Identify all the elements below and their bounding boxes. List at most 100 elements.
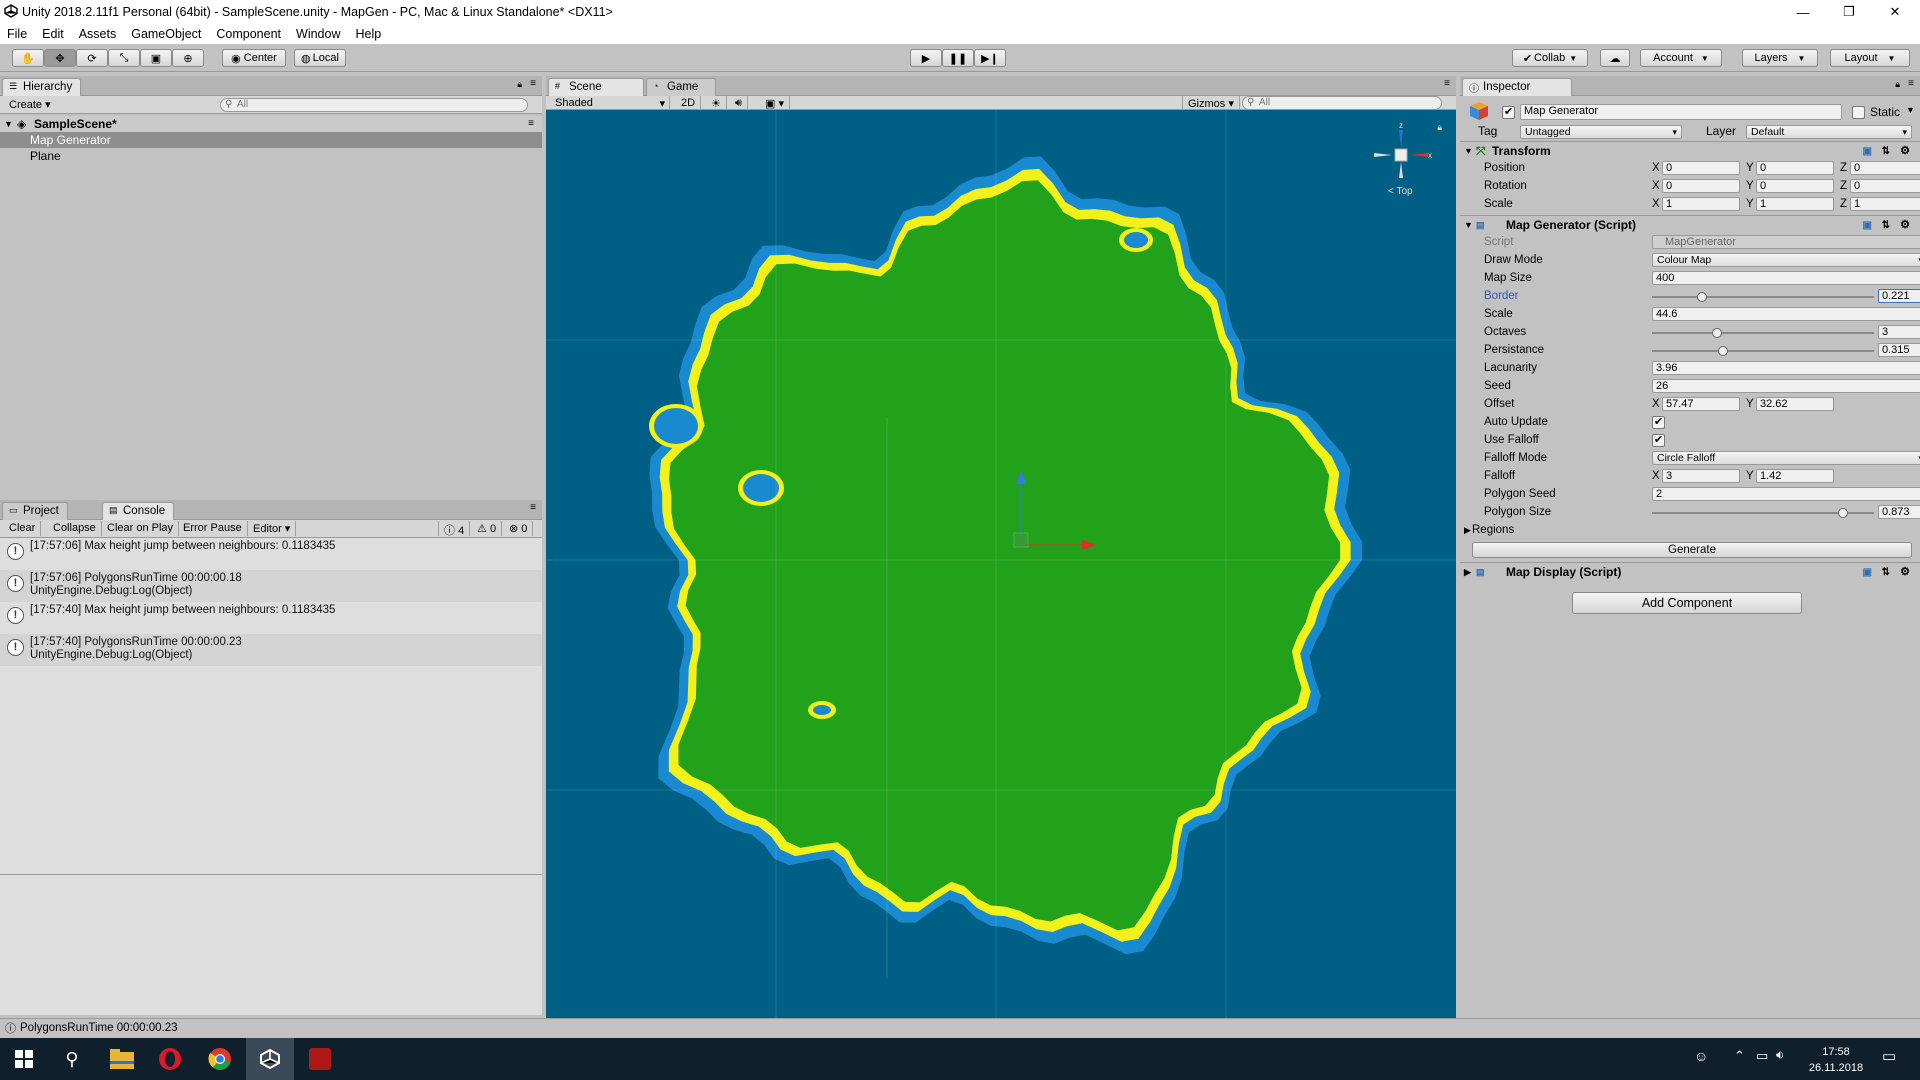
lacunarity-field[interactable]: 3.96 [1652,361,1920,375]
cloud-button[interactable]: ☁ [1600,49,1630,67]
scene-row[interactable]: ▼ ◈ SampleScene* ≡ [0,116,542,132]
chevron-up-icon[interactable]: ⌃ [1734,1048,1745,1064]
persistance-slider-knob[interactable] [1718,346,1728,356]
menu-gameobject[interactable]: GameObject [122,27,207,41]
hand-tool-icon[interactable]: ✋ [12,49,44,67]
help-icon[interactable]: ▣ [1863,563,1872,582]
log-entry[interactable]: ! [17:57:06] Max height jump between nei… [0,538,542,570]
octaves-slider[interactable] [1652,328,1874,338]
help-icon[interactable]: ▣ [1863,142,1872,161]
clock-time[interactable]: 17:58 [1800,1046,1872,1058]
lock-icon[interactable]: 🔒︎ [1895,79,1900,90]
lighting-icon[interactable]: ☀ [706,96,727,111]
octaves-slider-knob[interactable] [1712,328,1722,338]
transform-tool-icon[interactable]: ⊕ [172,49,204,67]
offset-x-field[interactable]: 57.47 [1662,397,1740,411]
space-local-button[interactable]: ◍ Local [294,49,346,67]
scale-y-field[interactable]: 1 [1756,197,1834,211]
hierarchy-item[interactable]: Map Generator [0,132,542,148]
polygon-seed-field[interactable]: 2 [1652,487,1920,501]
draw-mode-dropdown[interactable]: Colour Map [1652,253,1920,267]
auto-update-checkbox[interactable]: ✔ [1652,416,1665,429]
info-count-toggle[interactable]: ⓘ 4 [438,521,471,537]
polygon-size-slider[interactable] [1652,508,1874,518]
position-x-field[interactable]: 0 [1662,161,1740,175]
notifications-icon[interactable]: ▭ [1882,1047,1896,1065]
foldout-open-icon[interactable]: ▼ [4,116,13,132]
transform-component-header[interactable]: ▼ ⤧ Transform ▣ ⇅ ⚙ [1460,141,1920,160]
log-entry[interactable]: ! [17:57:40] PolygonsRunTime 00:00:00.23… [0,634,542,666]
persistance-field[interactable]: 0.315 [1878,343,1920,357]
layout-dropdown[interactable]: Layout ▼ [1830,49,1910,67]
rotation-z-field[interactable]: 0 [1850,179,1920,193]
persistance-slider[interactable] [1652,346,1874,356]
opera-taskbar-icon[interactable] [146,1038,194,1080]
active-checkbox[interactable]: ✔ [1502,106,1515,119]
volume-icon[interactable]: 🔉︎ [1776,1047,1784,1063]
scale-x-field[interactable]: 1 [1662,197,1740,211]
warning-count-toggle[interactable]: ⚠ 0 [472,521,503,536]
tab-console[interactable]: ▤ Console [102,502,175,520]
panel-menu-icon[interactable]: ≡ [1444,78,1450,89]
lock-icon[interactable]: 🔒︎ [517,79,522,90]
polygon-size-field[interactable]: 0.873 [1878,505,1920,519]
explorer-taskbar-icon[interactable] [98,1038,146,1080]
search-button[interactable]: ⚲ [48,1038,96,1080]
minimize-button[interactable]: — [1780,0,1826,24]
gear-icon[interactable]: ⚙ [1900,563,1910,582]
position-z-field[interactable]: 0 [1850,161,1920,175]
menu-edit[interactable]: Edit [33,27,70,41]
seed-field[interactable]: 26 [1652,379,1920,393]
border-field[interactable]: 0.221 [1878,289,1920,303]
play-button[interactable]: ▶ [910,49,942,67]
collapse-button[interactable]: Collapse [48,521,102,536]
foldout-closed-icon[interactable]: ▶ [1464,522,1471,539]
clear-button[interactable]: Clear [4,521,42,536]
gear-icon[interactable]: ⚙ [1900,216,1910,235]
tab-inspector[interactable]: ⓘ Inspector [1462,78,1572,96]
people-icon[interactable]: ☺ [1694,1048,1708,1064]
menu-window[interactable]: Window [287,27,346,41]
game-taskbar-icon[interactable] [296,1038,344,1080]
clear-on-play-button[interactable]: Clear on Play [102,521,180,536]
hierarchy-item[interactable]: Plane [0,148,542,164]
clock-date[interactable]: 26.11.2018 [1800,1062,1872,1074]
border-slider-knob[interactable] [1697,292,1707,302]
menu-component[interactable]: Component [207,27,287,41]
foldout-open-icon[interactable]: ▼ [1464,142,1473,161]
move-tool-icon[interactable]: ✥ [44,49,76,67]
falloff-x-field[interactable]: 3 [1662,469,1740,483]
hierarchy-search-input[interactable]: All [220,98,528,112]
collab-button[interactable]: ✔ Collab ▼ [1512,49,1588,67]
log-entry[interactable]: ! [17:57:06] PolygonsRunTime 00:00:00.18… [0,570,542,602]
shading-dropdown[interactable]: Shaded ▾ [550,96,670,111]
menu-assets[interactable]: Assets [70,27,123,41]
audio-icon[interactable]: 🔊︎ [730,96,748,111]
noise-scale-field[interactable]: 44.6 [1652,307,1920,321]
menu-help[interactable]: Help [346,27,387,41]
gizmos-dropdown[interactable]: Gizmos ▾ [1182,96,1240,111]
pivot-center-button[interactable]: ◉ Center [222,49,286,67]
add-component-button[interactable]: Add Component [1572,592,1802,614]
scene-search-input[interactable]: All [1242,96,1442,110]
rect-tool-icon[interactable]: ▣ [140,49,172,67]
border-slider[interactable] [1652,292,1874,302]
map-generator-component-header[interactable]: ▼ ▤ Map Generator (Script) ▣ ⇅ ⚙ [1460,215,1920,234]
log-entry[interactable]: ! [17:57:40] Max height jump between nei… [0,602,542,634]
octaves-field[interactable]: 3 [1878,325,1920,339]
orientation-gizmo[interactable]: z x < Top [1366,120,1436,196]
polygon-size-slider-knob[interactable] [1838,508,1848,518]
object-name-field[interactable]: Map Generator [1520,104,1842,120]
falloff-y-field[interactable]: 1.42 [1756,469,1834,483]
restore-button[interactable]: ❐ [1826,0,1872,24]
scene-viewport[interactable]: z x < Top 🔒︎ [546,110,1456,1018]
preset-icon[interactable]: ⇅ [1882,563,1890,582]
close-button[interactable]: ✕ [1872,0,1918,24]
panel-menu-icon[interactable]: ≡ [530,502,536,513]
create-dropdown[interactable]: Create ▾ [4,97,56,112]
2d-toggle[interactable]: 2D [676,96,702,111]
chrome-taskbar-icon[interactable] [196,1038,244,1080]
error-pause-button[interactable]: Error Pause [178,521,248,536]
position-y-field[interactable]: 0 [1756,161,1834,175]
scale-z-field[interactable]: 1 [1850,197,1920,211]
